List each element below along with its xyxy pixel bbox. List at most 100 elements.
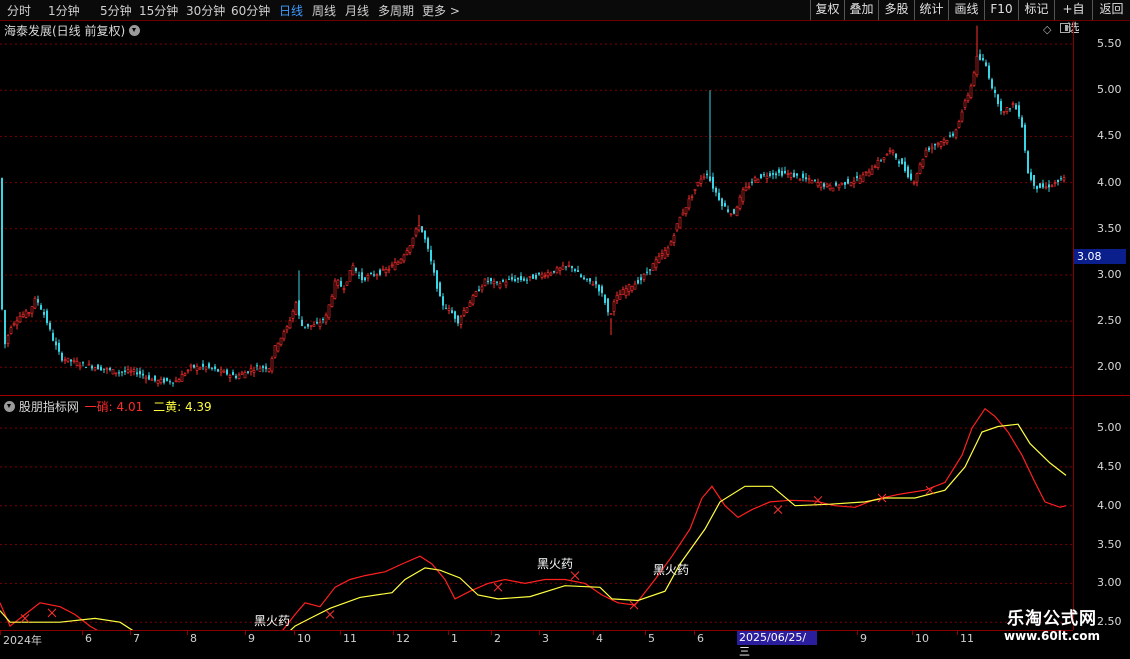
candle [847,179,849,184]
statistics-button[interactable]: 统计 [914,0,948,20]
candlestick-chart[interactable] [0,21,1073,395]
candle [591,283,595,286]
candle [228,375,232,378]
period-tab-15min[interactable]: 15分钟 [139,2,178,19]
candle [814,179,816,181]
candle [1030,172,1032,180]
candle [991,79,993,89]
period-tab-intraday[interactable]: 分时 [7,2,31,19]
price-tick-label: 5.00 [1097,83,1122,97]
candle [988,65,990,79]
candle [411,237,415,246]
candle [318,322,322,327]
candle [934,144,936,146]
candle [615,295,619,301]
candle [91,365,93,369]
indicator-chart[interactable] [0,397,1073,630]
candle [765,175,769,179]
overlay-button[interactable]: 叠加 [844,0,878,20]
period-tab-weekly[interactable]: 周线 [312,2,336,19]
candle [669,241,673,246]
candle [375,274,379,276]
candle [630,286,634,291]
candle [381,268,385,271]
candle [798,178,802,181]
candle [642,273,646,280]
adjust-button[interactable]: 复权 [810,0,844,20]
date-tick-label: 12 [396,632,410,645]
candle [198,367,202,370]
candle [159,378,163,384]
mark-button[interactable]: 标记 [1018,0,1054,20]
candle [646,271,648,273]
period-tab-60min[interactable]: 60分钟 [231,2,270,19]
candle [15,320,19,326]
candle [607,298,609,313]
cross-marker [925,485,935,495]
candle [63,359,67,362]
candle [27,312,31,314]
candle [267,368,271,372]
candle [37,299,39,303]
candle [166,377,168,381]
candle [609,313,613,315]
signal-label: 黑火药 [537,557,574,571]
indicator-tick-label: 3.50 [1097,537,1122,551]
candle [351,265,355,276]
candle [217,369,219,372]
candle [654,259,658,268]
date-tick [539,631,540,635]
multi-stock-button[interactable]: 多股 [878,0,914,20]
candle [366,275,370,279]
candle [864,171,868,174]
draw-line-button[interactable]: 画线 [948,0,984,20]
period-tab-daily[interactable]: 日线 [279,2,303,19]
period-tab-monthly[interactable]: 月线 [345,2,369,19]
candle [156,380,160,384]
candle [304,326,306,328]
date-tick [912,631,913,635]
candle [649,269,651,271]
date-tick [187,631,188,635]
candle [417,225,421,231]
candle [487,280,489,282]
period-tab-5min[interactable]: 5分钟 [100,2,132,19]
candle [532,274,534,279]
candle [738,196,742,209]
candle [249,368,253,372]
candle [301,319,303,326]
candle [462,310,466,316]
date-tick [393,631,394,635]
period-tab-multi[interactable]: 多周期 [378,2,414,19]
candle [1036,185,1038,190]
candle [1018,105,1020,117]
cross-marker [47,608,57,618]
candle [4,310,6,345]
candle [361,272,363,281]
signal-label: 黑火药 [653,563,690,577]
period-tab-1min[interactable]: 1分钟 [48,2,80,19]
candle [393,262,397,271]
candle [915,173,919,183]
candle [523,278,525,281]
candle [985,62,987,66]
candle [583,277,585,280]
add-watchlist-button[interactable]: +自选 [1054,0,1092,35]
candle [298,300,300,316]
candle [810,180,814,184]
candle [276,342,280,352]
period-tab-30min[interactable]: 30分钟 [186,2,225,19]
cross-marker [813,495,823,505]
more-periods-button[interactable]: 更多 > [422,2,460,19]
candle [189,364,193,368]
price-tick-label: 5.50 [1097,37,1122,51]
candle [627,284,631,292]
back-button[interactable]: 返回 [1092,0,1130,20]
date-tick-label: 9 [860,632,867,645]
candle [87,363,91,366]
candle [139,371,141,375]
candle [70,359,72,362]
f10-button[interactable]: F10 [984,0,1018,20]
candle [963,100,967,108]
candle [468,302,472,308]
